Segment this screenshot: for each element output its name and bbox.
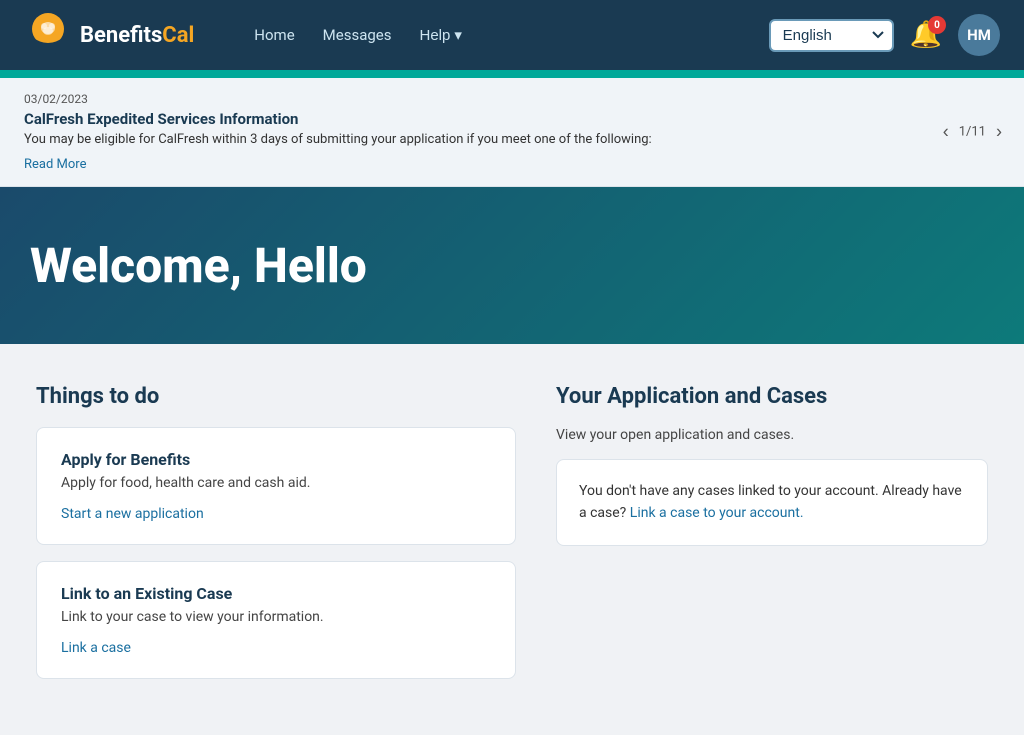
link-existing-case-card: Link to an Existing Case Link to your ca…	[36, 561, 516, 679]
logo-text: BenefitsCal	[80, 23, 194, 48]
header-right: English Spanish Chinese Vietnamese Korea…	[769, 14, 1000, 56]
alert-banner: 03/02/2023 CalFresh Expedited Services I…	[0, 78, 1024, 187]
language-select[interactable]: English Spanish Chinese Vietnamese Korea…	[769, 19, 894, 52]
application-cases-desc: View your open application and cases.	[556, 427, 988, 443]
things-to-do-section: Things to do Apply for Benefits Apply fo…	[36, 384, 516, 695]
alert-body: You may be eligible for CalFresh within …	[24, 132, 1000, 147]
teal-stripe	[0, 70, 1024, 78]
nav-home[interactable]: Home	[254, 26, 294, 44]
application-cases-title: Your Application and Cases	[556, 384, 988, 409]
start-new-application-link[interactable]: Start a new application	[61, 506, 204, 522]
nav-messages[interactable]: Messages	[323, 26, 392, 44]
application-cases-section: Your Application and Cases View your ope…	[556, 384, 988, 695]
chevron-down-icon: ▾	[454, 26, 462, 44]
logo-icon	[24, 11, 72, 59]
link-case-to-account-link[interactable]: Link a case to your account.	[630, 505, 804, 521]
link-case-desc: Link to your case to view your informati…	[61, 609, 491, 625]
things-to-do-title: Things to do	[36, 384, 516, 409]
no-cases-card: You don't have any cases linked to your …	[556, 459, 988, 546]
alert-read-more-link[interactable]: Read More	[24, 157, 86, 172]
main-nav: Home Messages Help ▾	[254, 26, 768, 44]
notification-badge: 0	[928, 16, 946, 34]
alert-page-indicator: 1/11	[959, 125, 986, 140]
avatar[interactable]: HM	[958, 14, 1000, 56]
alert-pagination: ‹ 1/11 ›	[941, 122, 1004, 143]
main-content: Things to do Apply for Benefits Apply fo…	[12, 344, 1012, 735]
welcome-title: Welcome, Hello	[30, 237, 994, 294]
logo[interactable]: BenefitsCal	[24, 11, 194, 59]
link-a-case-link[interactable]: Link a case	[61, 640, 131, 656]
alert-next-button[interactable]: ›	[994, 122, 1004, 143]
alert-date: 03/02/2023	[24, 92, 1000, 106]
nav-help[interactable]: Help ▾	[419, 26, 461, 44]
header: BenefitsCal Home Messages Help ▾ English…	[0, 0, 1024, 70]
apply-benefits-desc: Apply for food, health care and cash aid…	[61, 475, 491, 491]
apply-benefits-title: Apply for Benefits	[61, 450, 491, 469]
welcome-section: Welcome, Hello	[0, 187, 1024, 344]
alert-prev-button[interactable]: ‹	[941, 122, 951, 143]
link-case-title: Link to an Existing Case	[61, 584, 491, 603]
alert-title: CalFresh Expedited Services Information	[24, 110, 1000, 128]
notifications-bell[interactable]: 🔔 0	[910, 20, 942, 50]
apply-benefits-card: Apply for Benefits Apply for food, healt…	[36, 427, 516, 545]
